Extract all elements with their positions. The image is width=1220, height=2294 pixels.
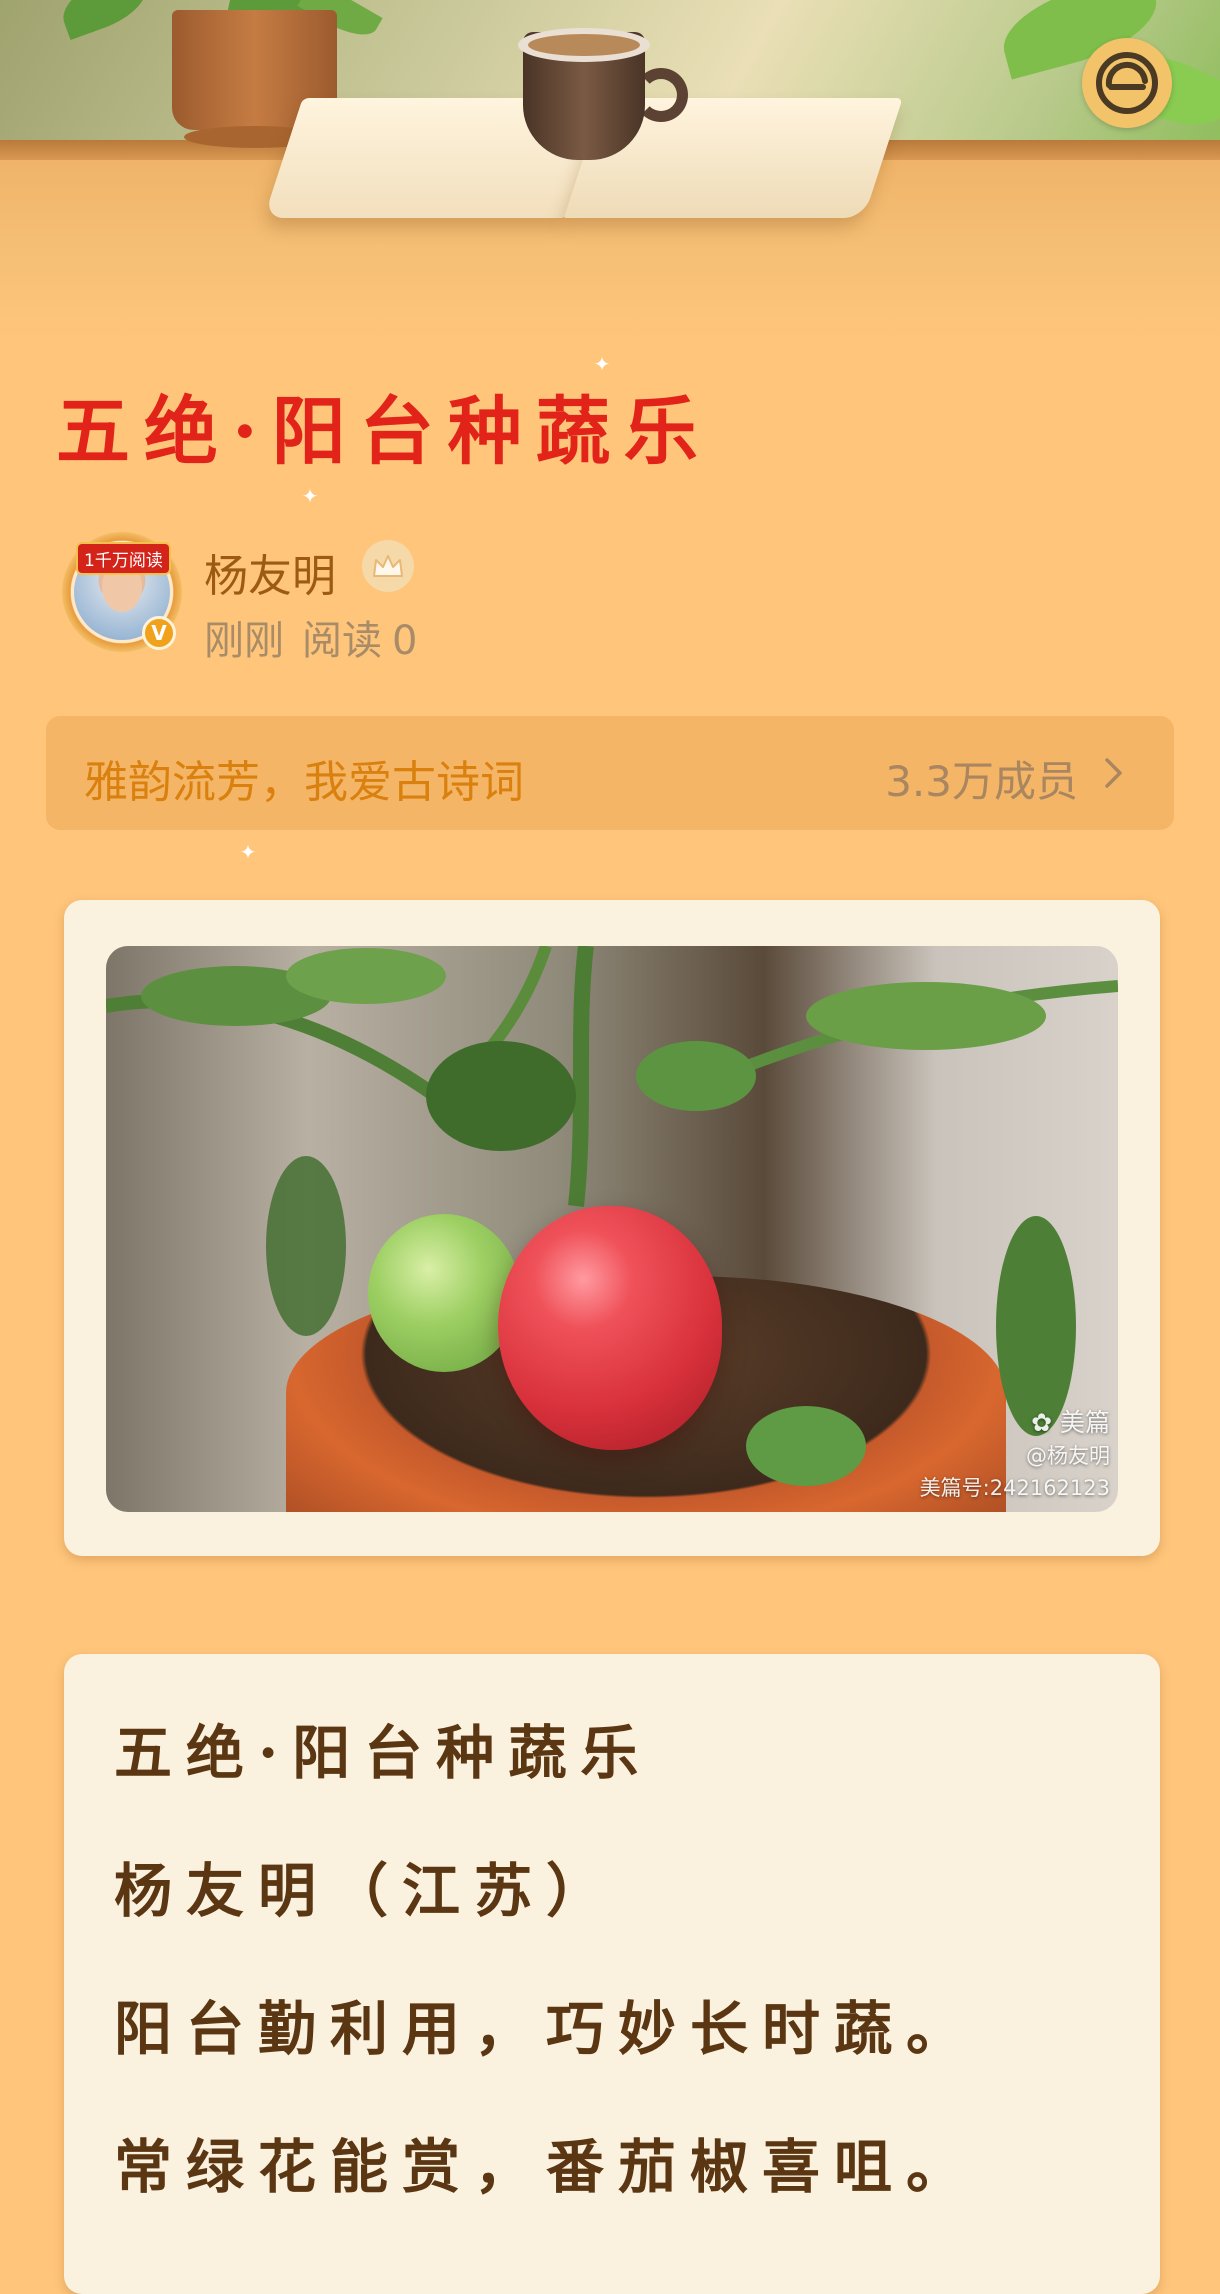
poem-verse-line: 阳台勤利用，巧妙长时蔬。 [114,1995,979,2063]
sparkle-decoration: ✦ [301,484,319,508]
group-bar[interactable]: 雅韵流芳，我爱古诗词 3.3万成员 [46,716,1174,830]
green-tomato [368,1214,520,1372]
crown-glyph [373,555,403,577]
publish-time: 刚刚 [204,618,284,664]
crown-icon [362,540,414,592]
read-label: 阅读 [302,618,382,664]
group-name: 雅韵流芳，我爱古诗词 [84,757,524,808]
poem-card: 五绝·阳台种蔬乐 杨友明（江苏） 阳台勤利用，巧妙长时蔬。 常绿花能赏，番茄椒喜… [64,1654,1160,2294]
sparkle-decoration: ✦ [593,352,611,376]
poem-author: 杨友明（江苏） [114,1857,619,1925]
brand-logo-glyph [1096,52,1158,114]
author-name[interactable]: 杨友明 [204,540,336,604]
avatar[interactable]: 1千万阅读 V [56,518,188,656]
cup-coffee [528,34,640,56]
header-illustration [0,0,1220,340]
verified-icon: V [142,616,176,650]
chevron-right-icon [1105,758,1122,788]
avatar-badge: 1千万阅读 [76,542,171,575]
watermark-id: 美篇号:242162123 [919,1475,1110,1500]
watermark-brand-text: 美篇 [1059,1407,1110,1437]
poem-verse-line: 常绿花能赏，番茄椒喜咀。 [114,2133,979,2201]
watermark-brand: ✿ 美篇 [1031,1407,1110,1437]
watermark-user: @杨友明 [1026,1444,1110,1468]
article-meta: 刚刚 阅读 0 [204,608,435,666]
photo-watermark: ✿ 美篇 @杨友明 美篇号:242162123 [920,1404,1110,1505]
photo-card: ✿ 美篇 @杨友明 美篇号:242162123 [64,900,1160,1556]
group-member-count: 3.3万成员 [885,757,1078,806]
sparkle-decoration: ✦ [239,840,257,864]
read-count: 0 [392,618,418,664]
brand-logo-icon[interactable] [1082,38,1172,128]
red-tomato [498,1206,722,1450]
page-title: 五绝·阳台种蔬乐 [56,389,712,475]
tomato-photo[interactable]: ✿ 美篇 @杨友明 美篇号:242162123 [106,946,1118,1512]
poem-title: 五绝·阳台种蔬乐 [114,1719,653,1787]
